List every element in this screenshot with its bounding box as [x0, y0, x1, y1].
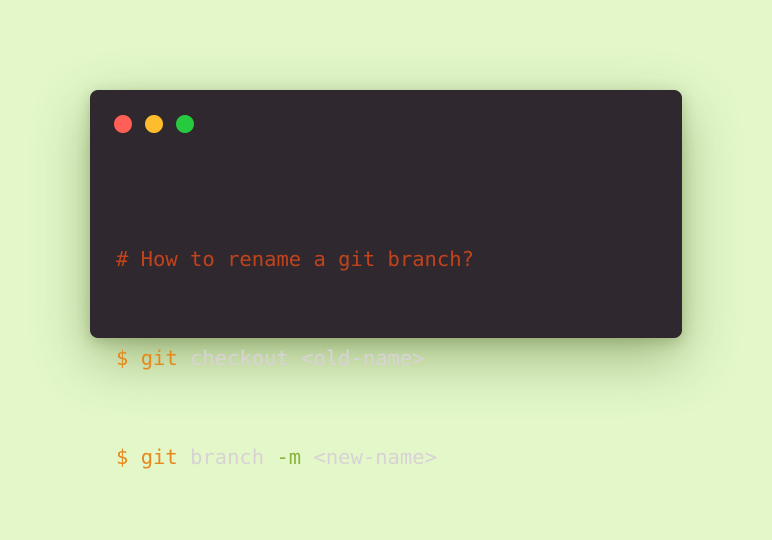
comment-text: # How to rename a git branch? [116, 247, 474, 271]
minimize-dot-icon[interactable] [145, 115, 163, 133]
code-line-comment: # How to rename a git branch? [116, 243, 474, 276]
code-block: # How to rename a git branch? $ git chec… [116, 177, 474, 540]
close-dot-icon[interactable] [114, 115, 132, 133]
branch-subcommand: branch [190, 445, 265, 469]
checkout-subcommand: checkout [190, 346, 289, 370]
code-line-checkout: $ git checkout <old-name> [116, 342, 474, 375]
maximize-dot-icon[interactable] [176, 115, 194, 133]
code-line-branch: $ git branch -m <new-name> [116, 441, 474, 474]
prompt-symbol: $ [116, 346, 129, 370]
new-name-argument: <new-name> [313, 445, 437, 469]
git-command: git [140, 346, 178, 370]
old-name-argument: <old-name> [301, 346, 425, 370]
window-controls [114, 115, 194, 133]
prompt-symbol: $ [116, 445, 129, 469]
code-window: # How to rename a git branch? $ git chec… [90, 90, 682, 469]
git-command: git [140, 445, 178, 469]
move-flag: -m [276, 445, 302, 469]
